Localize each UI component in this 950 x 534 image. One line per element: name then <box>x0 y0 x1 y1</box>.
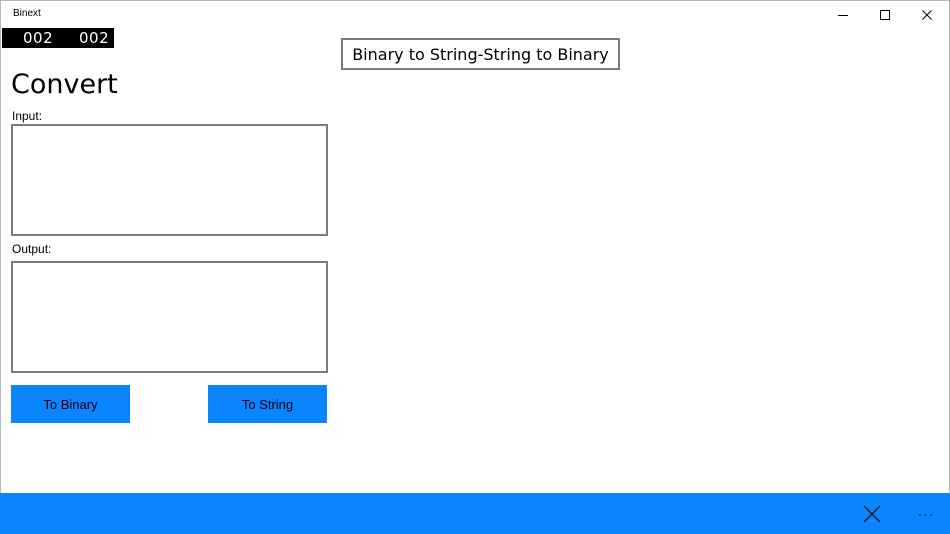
input-label: Input: <box>12 109 43 123</box>
app-bar: ··· <box>0 493 950 534</box>
close-icon <box>922 10 932 20</box>
output-label: Output: <box>12 242 52 256</box>
output-field[interactable] <box>11 261 328 373</box>
counter-right: 002 <box>79 29 110 47</box>
maximize-icon <box>880 10 890 20</box>
to-binary-button[interactable]: To Binary <box>11 385 130 423</box>
minimize-icon <box>838 15 848 16</box>
frame-counter: 002 002 <box>2 28 114 48</box>
page-title: Convert <box>11 69 118 100</box>
appbar-close-button[interactable] <box>852 493 892 534</box>
app-window: Binext 002 002 Binary to String-String t… <box>0 0 950 534</box>
window-title: Binext <box>13 8 41 19</box>
input-field[interactable] <box>11 124 328 236</box>
to-string-button[interactable]: To String <box>208 385 327 423</box>
counter-left: 002 <box>23 29 54 47</box>
close-icon <box>863 505 881 522</box>
app-banner: Binary to String-String to Binary <box>341 38 620 70</box>
close-window-button[interactable] <box>905 1 949 29</box>
more-options-button[interactable]: ··· <box>906 493 946 534</box>
minimize-button[interactable] <box>821 1 865 29</box>
maximize-button[interactable] <box>863 1 907 29</box>
